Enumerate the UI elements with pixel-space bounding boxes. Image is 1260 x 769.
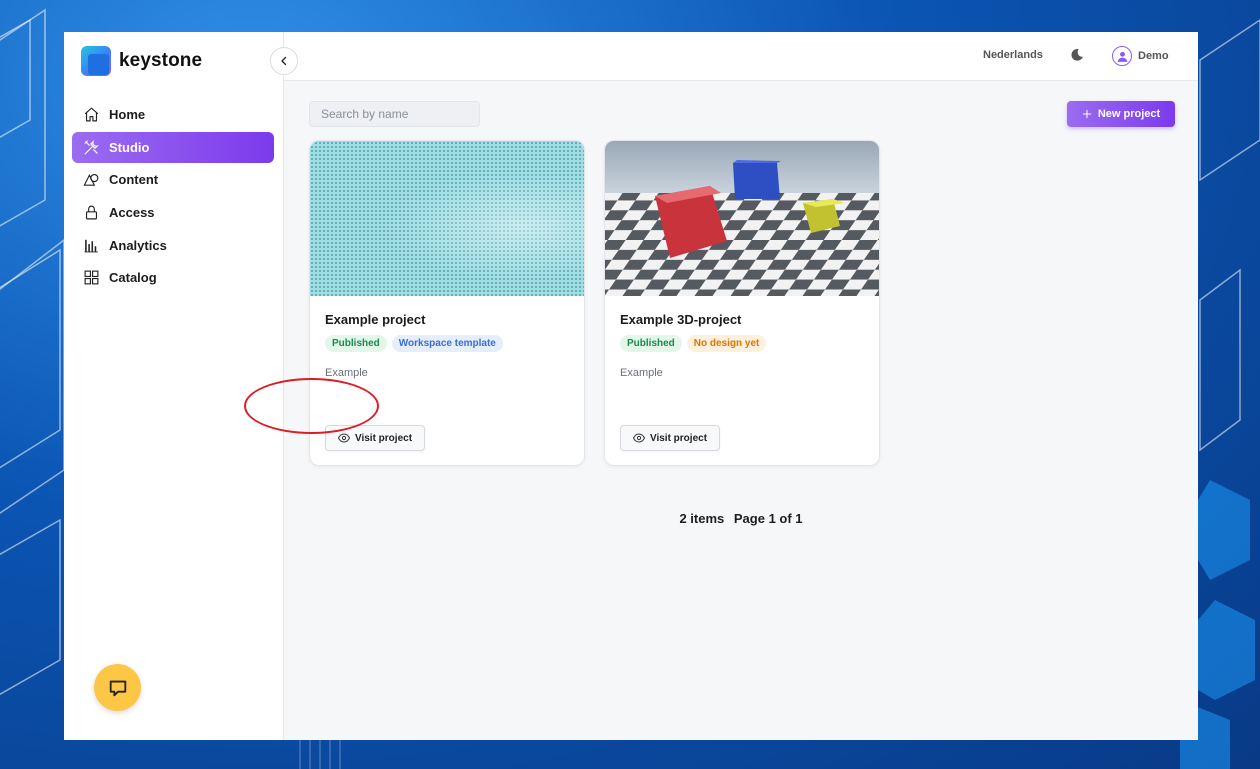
sidebar-item-label: Home xyxy=(109,107,146,122)
sidebar-item-content[interactable]: Content xyxy=(72,164,274,195)
search-input[interactable] xyxy=(309,101,480,127)
project-description: Example xyxy=(325,367,368,379)
sidebar-item-access[interactable]: Access xyxy=(72,197,274,228)
brand-name: keystone xyxy=(119,50,203,71)
sidebar-nav: Home Studio Content Access Analytics Cat… xyxy=(72,99,274,295)
moon-icon[interactable] xyxy=(1070,48,1084,67)
page-indicator: Page 1 of 1 xyxy=(733,511,803,526)
project-card: Example 3D-project Published No design y… xyxy=(604,140,880,466)
project-title: Example 3D-project xyxy=(620,312,742,327)
tools-icon xyxy=(84,139,99,155)
sidebar-item-label: Studio xyxy=(109,139,150,155)
sidebar-item-catalog[interactable]: Catalog xyxy=(72,262,274,293)
sidebar: keystone Home Studio Content Access Anal… xyxy=(64,32,284,740)
new-project-label: New project xyxy=(1097,108,1161,120)
sidebar-item-home[interactable]: Home xyxy=(72,99,274,130)
bar-chart-icon xyxy=(84,239,98,253)
grid-icon xyxy=(84,270,99,285)
language-switcher[interactable]: Nederlands xyxy=(983,49,1043,61)
design-status-badge: No design yet xyxy=(686,335,767,352)
visit-project-label: Visit project xyxy=(649,432,708,444)
sidebar-item-label: Analytics xyxy=(109,237,167,253)
type-badge: Workspace template xyxy=(391,335,503,352)
user-menu[interactable]: Demo xyxy=(1112,46,1169,66)
pagination: 2 items Page 1 of 1 xyxy=(284,511,1198,526)
keystone-logo-icon xyxy=(81,46,111,76)
status-badge: Published xyxy=(325,335,387,352)
avatar xyxy=(1112,46,1132,66)
project-thumbnail xyxy=(310,141,584,296)
sidebar-item-label: Content xyxy=(109,172,159,188)
visit-project-button[interactable]: Visit project xyxy=(325,425,425,451)
sidebar-item-label: Catalog xyxy=(109,270,157,286)
home-icon xyxy=(84,107,99,122)
visit-project-label: Visit project xyxy=(354,432,413,444)
eye-icon xyxy=(337,433,350,443)
collapse-sidebar-button[interactable] xyxy=(270,47,298,75)
app-window: keystone Home Studio Content Access Anal… xyxy=(64,32,1198,740)
eye-icon xyxy=(632,433,645,443)
visit-project-button[interactable]: Visit project xyxy=(620,425,720,451)
chat-button[interactable] xyxy=(94,664,141,711)
sidebar-item-analytics[interactable]: Analytics xyxy=(72,230,274,261)
main-content: Nederlands Demo New project Example proj… xyxy=(284,32,1198,740)
new-project-button[interactable]: New project xyxy=(1067,101,1175,127)
sidebar-item-studio[interactable]: Studio xyxy=(72,131,274,163)
project-thumbnail xyxy=(605,141,879,296)
plus-icon xyxy=(1082,109,1092,119)
shapes-icon xyxy=(83,174,99,187)
chevron-left-icon xyxy=(281,56,287,66)
items-count: 2 items xyxy=(679,511,725,526)
sidebar-item-label: Access xyxy=(109,205,155,221)
lock-icon xyxy=(85,205,98,220)
status-badge: Published xyxy=(620,335,682,352)
project-title: Example project xyxy=(325,312,426,327)
chat-bubble-icon xyxy=(109,680,126,696)
user-name: Demo xyxy=(1138,50,1169,62)
topbar: Nederlands Demo xyxy=(284,32,1198,81)
user-icon xyxy=(1117,51,1127,62)
project-card: Example project Published Workspace temp… xyxy=(309,140,585,466)
project-description: Example xyxy=(620,367,663,379)
brand[interactable]: keystone xyxy=(81,45,202,77)
